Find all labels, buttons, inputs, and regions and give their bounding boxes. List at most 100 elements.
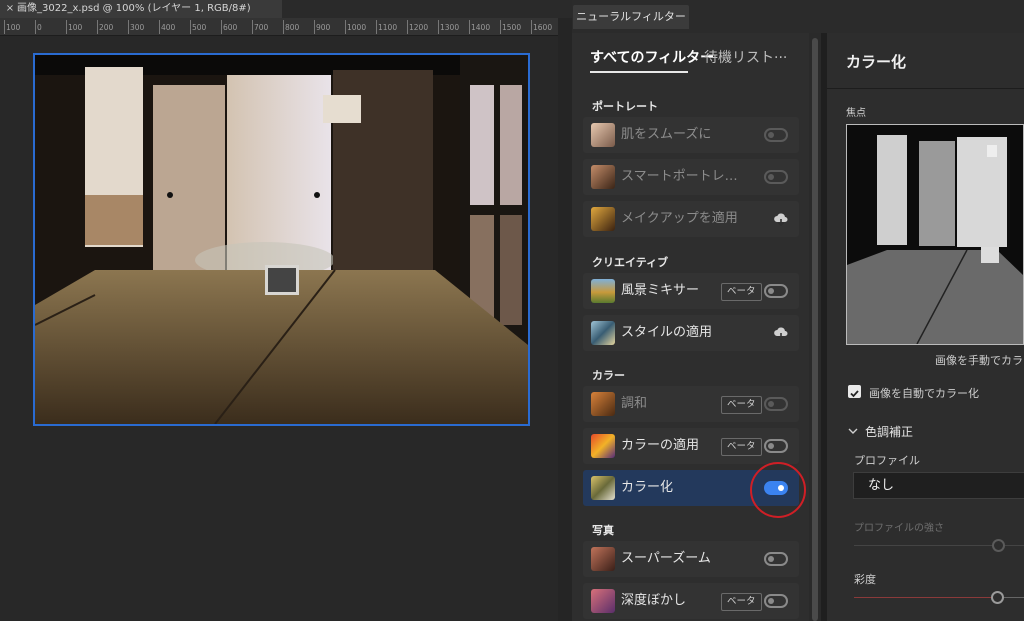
ruler-tick-label: 300 [130,23,145,32]
horizontal-ruler: 100 0 100 200 300 400 500 600 700 800 900 1000 1100 1… [0,18,558,36]
ruler-tick-mark [221,20,222,34]
makeup-thumbnail-icon [591,207,615,231]
ruler-tick-mark [4,20,5,34]
color-adjust-label[interactable]: 色調補正 [865,423,913,440]
beta-badge: ベータ [721,283,762,301]
section-creative: クリエイティブ [592,256,669,269]
filter-toggle[interactable] [764,128,788,142]
filter-item-superzoom[interactable]: スーパーズーム [583,541,799,577]
saturation-slider-track-left[interactable] [854,597,996,598]
document-tab[interactable]: × 画像_3022_x.psd @ 100% (レイヤー 1, RGB/8#) [0,0,282,18]
tab-strip-empty [282,0,572,18]
filter-toggle[interactable] [764,439,788,453]
filter-label: スマートポートレ… [621,169,738,184]
chevron-down-icon[interactable] [848,426,858,436]
cloud-download-icon[interactable] [773,325,789,341]
filter-label: カラー化 [621,480,674,495]
harmonize-thumbnail-icon [591,392,615,416]
ruler-tick-label: 1000 [347,23,367,32]
filter-label: 深度ぼかし [621,593,687,608]
ruler-tick-label: 1600 [533,23,553,32]
portrait-thumbnail-icon [591,165,615,189]
ruler-tick-mark [66,20,67,34]
tab-waitlist[interactable]: 待機リスト··· [704,47,787,67]
superzoom-thumbnail-icon [591,547,615,571]
ruler-tick-mark [407,20,408,34]
cloud-download-icon[interactable] [773,211,789,227]
ruler-tick-mark [469,20,470,34]
filter-toggle[interactable] [764,397,788,411]
filter-item-color-transfer[interactable]: カラーの適用 ベータ [583,428,799,464]
document-image[interactable] [33,53,530,426]
settings-divider [827,88,1024,89]
ruler-tick-mark [376,20,377,34]
saturation-label: 彩度 [854,573,876,586]
saturation-slider-knob[interactable] [991,591,1004,604]
ruler-tick-mark [190,20,191,34]
filter-item-landscape-mixer[interactable]: 風景ミキサー ベータ [583,273,799,309]
ruler-tick-label: 1200 [409,23,429,32]
filter-item-makeup[interactable]: メイクアップを適用 [583,201,799,237]
ruler-tick-label: 1100 [378,23,398,32]
filter-label: 調和 [621,396,648,411]
face-thumbnail-icon [591,123,615,147]
settings-title: カラー化 [846,53,907,71]
filter-toggle[interactable] [764,552,788,566]
filter-label: 風景ミキサー [621,283,700,298]
ruler-tick-mark [97,20,98,34]
profile-label: プロファイル [854,454,920,467]
ruler-tick-mark [252,20,253,34]
highlight-annotation-circle [750,462,806,518]
filter-item-harmonize[interactable]: 調和 ベータ [583,386,799,422]
style-thumbnail-icon [591,321,615,345]
focus-label: 焦点 [846,108,866,119]
depth-blur-thumbnail-icon [591,589,615,613]
filter-toggle[interactable] [764,594,788,608]
checkmark-icon [850,390,859,398]
manual-colorize-caption: 画像を手動でカラ [935,354,1023,367]
active-tab-underline [590,71,688,73]
ruler-tick-label: 900 [316,23,331,32]
filter-label: スーパーズーム [621,551,711,566]
close-tab-icon[interactable]: × [3,0,17,18]
document-title: 画像_3022_x.psd @ 100% (レイヤー 1, RGB/8#) [17,3,251,14]
profile-dropdown[interactable]: なし [853,472,1024,499]
ruler-tick-label: 800 [285,23,300,32]
focus-preview-image[interactable] [846,124,1024,345]
profile-strength-label: プロファイルの強さ [854,523,944,534]
ruler-tick-label: 200 [99,23,114,32]
ruler-tick-mark [531,20,532,34]
filter-item-depth-blur[interactable]: 深度ぼかし ベータ [583,583,799,619]
filter-toggle[interactable] [764,170,788,184]
ruler-tick-label: 100 [68,23,83,32]
auto-colorize-checkbox[interactable] [848,385,861,398]
section-portrait: ポートレート [592,100,658,113]
filter-label: メイクアップを適用 [621,211,738,226]
filter-item-smart-portrait[interactable]: スマートポートレ… [583,159,799,195]
filter-item-smooth-skin[interactable]: 肌をスムーズに [583,117,799,153]
ruler-tick-mark [159,20,160,34]
neural-filter-panel-tab[interactable]: ニューラルフィルター [573,5,689,29]
section-color: カラー [592,369,625,382]
ruler-tick-mark [35,20,36,34]
ruler-tick-label: 400 [161,23,176,32]
color-transfer-thumbnail-icon [591,434,615,458]
filter-label: 肌をスムーズに [621,127,712,142]
beta-badge: ベータ [721,438,762,456]
ruler-tick-label: 1400 [471,23,491,32]
ruler-tick-label: 700 [254,23,269,32]
filter-label: スタイルの適用 [621,325,713,340]
ruler-tick-mark [500,20,501,34]
scrollbar-thumb[interactable] [812,38,818,621]
ruler-tick-label: 1300 [440,23,460,32]
filter-item-style-transfer[interactable]: スタイルの適用 [583,315,799,351]
ruler-tick-label: 600 [223,23,238,32]
tab-all-filters[interactable]: すべてのフィルター [590,47,714,67]
ruler-tick-mark [283,20,284,34]
ruler-tick-label: 500 [192,23,207,32]
profile-strength-slider-knob[interactable] [992,539,1005,552]
ruler-tick-mark [128,20,129,34]
colorize-thumbnail-icon [591,476,615,500]
section-photo: 写真 [592,524,614,537]
filter-toggle[interactable] [764,284,788,298]
